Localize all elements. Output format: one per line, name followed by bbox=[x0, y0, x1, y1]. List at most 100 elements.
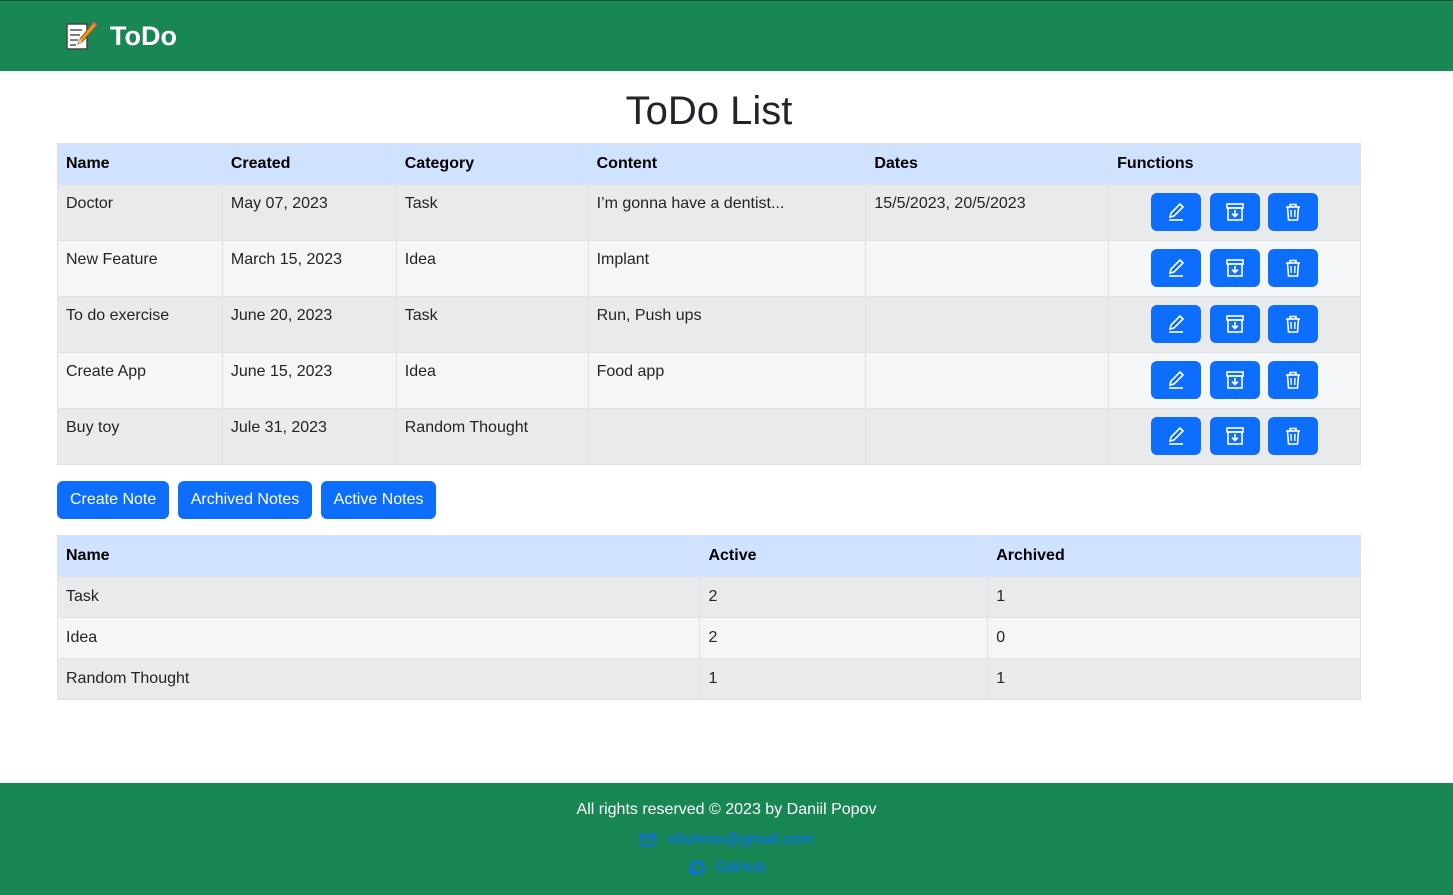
note-created: June 15, 2023 bbox=[221, 352, 397, 409]
table-row: Idea 2 0 bbox=[56, 617, 1361, 659]
trash-icon bbox=[1286, 315, 1301, 333]
delete-button[interactable] bbox=[1268, 417, 1319, 455]
column-header-dates: Dates bbox=[865, 143, 1110, 185]
edit-icon bbox=[1169, 314, 1185, 333]
archive-icon bbox=[1225, 427, 1244, 445]
active-count: 1 bbox=[699, 658, 989, 700]
note-content: Food app bbox=[587, 352, 867, 409]
main-content: ToDo List Name Created Category Content … bbox=[56, 71, 1361, 700]
archived-count: 1 bbox=[987, 576, 1361, 618]
edit-button[interactable] bbox=[1151, 193, 1202, 231]
note-functions bbox=[1108, 296, 1361, 353]
note-name: New Feature bbox=[57, 240, 223, 297]
navbar: ToDo bbox=[0, 0, 1453, 71]
trash-icon bbox=[1286, 427, 1301, 445]
delete-button[interactable] bbox=[1268, 193, 1319, 231]
note-name: Buy toy bbox=[57, 408, 223, 465]
note-functions bbox=[1108, 240, 1361, 297]
category-name: Task bbox=[56, 576, 701, 618]
github-link-text[interactable]: GitHub bbox=[716, 856, 766, 880]
edit-icon bbox=[1169, 370, 1185, 389]
github-icon bbox=[688, 859, 705, 876]
archive-button[interactable] bbox=[1209, 417, 1260, 455]
action-buttons: Create Note Archived Notes Active Notes bbox=[57, 481, 1361, 519]
table-row: Task 2 1 bbox=[56, 576, 1361, 618]
note-category: Random Thought bbox=[395, 408, 589, 465]
archive-button[interactable] bbox=[1209, 361, 1260, 399]
note-dates bbox=[865, 240, 1110, 297]
edit-icon bbox=[1169, 426, 1185, 445]
brand-name[interactable]: ToDo bbox=[110, 21, 177, 52]
column-header-active: Active bbox=[699, 535, 989, 577]
delete-button[interactable] bbox=[1268, 305, 1319, 343]
note-content: Run, Push ups bbox=[587, 296, 867, 353]
category-stats-table: Name Active Archived Task 2 1 Idea 2 0 R… bbox=[56, 535, 1361, 700]
edit-icon bbox=[1169, 202, 1185, 221]
memo-pencil-icon bbox=[66, 21, 98, 50]
email-link-text[interactable]: x6uhrox@gmail.com bbox=[667, 828, 813, 852]
email-link[interactable]: x6uhrox@gmail.com bbox=[0, 826, 1453, 854]
edit-icon bbox=[1169, 258, 1185, 277]
delete-button[interactable] bbox=[1268, 361, 1319, 399]
active-count: 2 bbox=[699, 617, 989, 659]
note-dates bbox=[865, 408, 1110, 465]
note-created: June 20, 2023 bbox=[221, 296, 397, 353]
notes-header-row: Name Created Category Content Dates Func… bbox=[57, 143, 1361, 185]
footer: All rights reserved © 2023 by Daniil Pop… bbox=[0, 783, 1453, 895]
notes-table: Name Created Category Content Dates Func… bbox=[57, 143, 1361, 465]
create-note-button[interactable]: Create Note bbox=[57, 481, 170, 519]
archive-button[interactable] bbox=[1209, 249, 1260, 287]
column-header-archived: Archived bbox=[987, 535, 1361, 577]
table-row: Buy toy Jule 31, 2023 Random Thought bbox=[57, 408, 1361, 465]
note-content bbox=[587, 408, 867, 465]
active-count: 2 bbox=[699, 576, 989, 618]
trash-icon bbox=[1286, 259, 1301, 277]
note-functions bbox=[1108, 184, 1361, 241]
stats-header-row: Name Active Archived bbox=[56, 535, 1361, 577]
note-dates: 15/5/2023, 20/5/2023 bbox=[865, 184, 1110, 241]
envelope-icon bbox=[640, 833, 657, 847]
note-category: Idea bbox=[395, 352, 589, 409]
note-name: Doctor bbox=[57, 184, 223, 241]
column-header-category: Category bbox=[395, 143, 589, 185]
table-row: Create App June 15, 2023 Idea Food app bbox=[57, 352, 1361, 409]
note-functions bbox=[1108, 408, 1361, 465]
archived-notes-button[interactable]: Archived Notes bbox=[177, 481, 313, 519]
category-name: Idea bbox=[56, 617, 701, 659]
note-content: I’m gonna have a dentist... bbox=[587, 184, 867, 241]
column-header-content: Content bbox=[587, 143, 867, 185]
archived-count: 0 bbox=[987, 617, 1361, 659]
column-header-functions: Functions bbox=[1108, 143, 1361, 185]
edit-button[interactable] bbox=[1151, 249, 1202, 287]
edit-button[interactable] bbox=[1151, 417, 1202, 455]
column-header-name: Name bbox=[56, 535, 701, 577]
archive-button[interactable] bbox=[1209, 193, 1260, 231]
archive-button[interactable] bbox=[1209, 305, 1260, 343]
table-row: Random Thought 1 1 bbox=[56, 658, 1361, 700]
archive-icon bbox=[1225, 259, 1244, 277]
copyright-text: All rights reserved © 2023 by Daniil Pop… bbox=[576, 801, 877, 818]
note-content: Implant bbox=[587, 240, 867, 297]
note-functions bbox=[1108, 352, 1361, 409]
note-dates bbox=[865, 296, 1110, 353]
note-category: Task bbox=[395, 184, 589, 241]
archive-icon bbox=[1225, 371, 1244, 389]
column-header-created: Created bbox=[221, 143, 397, 185]
page-title: ToDo List bbox=[625, 89, 793, 133]
github-link[interactable]: GitHub bbox=[0, 854, 1453, 882]
category-name: Random Thought bbox=[56, 658, 701, 700]
trash-icon bbox=[1286, 371, 1301, 389]
trash-icon bbox=[1286, 203, 1301, 221]
edit-button[interactable] bbox=[1151, 305, 1202, 343]
note-dates bbox=[865, 352, 1110, 409]
delete-button[interactable] bbox=[1268, 249, 1319, 287]
table-row: To do exercise June 20, 2023 Task Run, P… bbox=[57, 296, 1361, 353]
note-name: To do exercise bbox=[57, 296, 223, 353]
edit-button[interactable] bbox=[1151, 361, 1202, 399]
note-created: May 07, 2023 bbox=[221, 184, 397, 241]
note-created: Jule 31, 2023 bbox=[221, 408, 397, 465]
archived-count: 1 bbox=[987, 658, 1361, 700]
archive-icon bbox=[1225, 203, 1244, 221]
note-created: March 15, 2023 bbox=[221, 240, 397, 297]
active-notes-button[interactable]: Active Notes bbox=[320, 481, 437, 519]
